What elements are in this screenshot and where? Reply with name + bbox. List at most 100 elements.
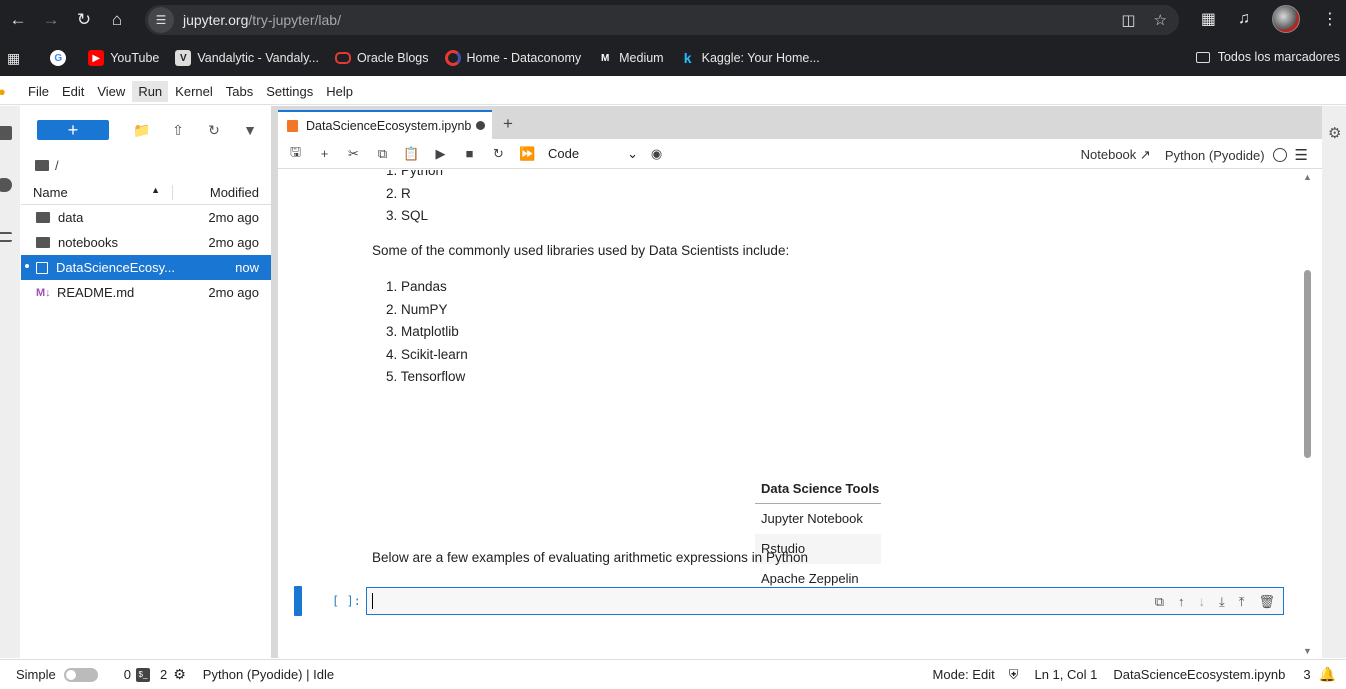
all-bookmarks[interactable]: Todos los marcadores <box>1195 50 1340 64</box>
scroll-up-icon[interactable]: ▲ <box>1303 172 1312 182</box>
scroll-down-icon[interactable]: ▼ <box>1303 646 1312 656</box>
shield-check-icon[interactable]: ⛨ <box>1009 667 1019 683</box>
media-control-icon[interactable]: ♫ <box>1238 10 1250 28</box>
cursor-position[interactable]: Ln 1, Col 1 <box>1034 667 1097 682</box>
install-app-icon[interactable]: ◫ <box>1121 11 1135 29</box>
filter-icon[interactable]: ▼ <box>232 122 268 138</box>
scrollbar-thumb[interactable] <box>1304 270 1311 458</box>
run-icon[interactable]: ▶ <box>426 146 455 162</box>
file-row[interactable]: M↓ README.md 2mo ago <box>21 280 271 305</box>
extensions-icon[interactable]: ▦ <box>1201 9 1216 29</box>
new-folder-icon[interactable]: 📁 <box>124 122 160 139</box>
simple-mode-toggle[interactable] <box>63 667 98 682</box>
upload-icon[interactable]: ⇧ <box>160 122 196 139</box>
breadcrumb[interactable]: / <box>21 154 271 176</box>
bookmark-star-icon[interactable]: ☆ <box>1154 11 1167 29</box>
bookmark-medium[interactable]: M Medium <box>597 50 664 66</box>
panel-splitter[interactable] <box>271 106 278 658</box>
run-all-icon[interactable]: ⏩ <box>513 146 542 162</box>
menu-edit[interactable]: Edit <box>56 81 90 102</box>
file-row[interactable]: notebooks 2mo ago <box>21 230 271 255</box>
folder-home-icon[interactable] <box>35 159 49 171</box>
new-tab-button[interactable]: + <box>495 111 521 137</box>
open-notebook-button[interactable]: Notebook ↗ <box>1081 147 1151 163</box>
folder-icon <box>36 237 50 248</box>
vertical-scrollbar[interactable]: ▲ ▼ <box>1302 170 1314 658</box>
notification-count[interactable]: 3 <box>1303 667 1310 682</box>
menu-file[interactable]: File <box>22 81 55 102</box>
profile-avatar[interactable] <box>1272 5 1300 33</box>
forward-icon[interactable]: → <box>36 5 66 35</box>
notebook-toolbar: 🖫 + ✂ ⧉ 📋 ▶ ■ ↻ ⏩ Code ⌄ ◉ Notebook ↗ Pyt… <box>278 139 1322 169</box>
insert-above-icon[interactable]: ⤓ <box>1219 594 1225 610</box>
file-browser-tab-icon[interactable] <box>0 126 12 140</box>
menu-kernel[interactable]: Kernel <box>169 81 219 102</box>
unsaved-dot-icon[interactable] <box>476 121 486 130</box>
notebook-icon <box>36 261 48 274</box>
property-inspector-icon[interactable]: ⚙ <box>1328 124 1341 142</box>
kernels-count[interactable]: 2 <box>160 667 167 682</box>
reload-icon[interactable]: ↻ <box>69 5 99 35</box>
code-cell[interactable]: [ ]: ⧉ ↑ ↓ ⤓ ⤒ 🗑 <box>294 586 1294 616</box>
copy-icon[interactable]: ⧉ <box>368 146 397 162</box>
running-indicator-icon <box>25 264 29 268</box>
insert-cell-icon[interactable]: + <box>310 146 339 161</box>
sort-ascending-icon: ▲ <box>151 185 160 195</box>
modified-column-header[interactable]: Modified <box>173 185 271 200</box>
back-icon[interactable]: ← <box>3 5 33 35</box>
medium-icon: M <box>600 52 610 64</box>
stop-icon[interactable]: ■ <box>455 146 484 161</box>
notebook-content[interactable]: 1. Python 2. R 3. SQL Some of the common… <box>278 170 1314 658</box>
toc-tab-icon[interactable] <box>0 232 12 242</box>
name-column-header[interactable]: Name ▲ <box>21 185 173 200</box>
insert-below-icon[interactable]: ⤒ <box>1239 594 1245 610</box>
new-launcher-button[interactable]: + <box>37 120 109 140</box>
refresh-icon[interactable]: ↻ <box>196 122 232 139</box>
cut-icon[interactable]: ✂ <box>339 146 368 162</box>
bell-icon[interactable]: 🔔 <box>1319 666 1336 683</box>
bookmark-vandalytic[interactable]: V Vandalytic - Vandaly... <box>175 50 319 66</box>
youtube-icon: ▶ <box>88 50 105 66</box>
menu-help[interactable]: Help <box>320 81 359 102</box>
cell-collapser[interactable] <box>294 586 302 616</box>
bookmarks-bar: ▦ G ▶ YouTube V Vandalytic - Vandaly... Or… <box>0 40 1346 76</box>
save-icon[interactable]: 🖫 <box>281 143 310 165</box>
menu-view[interactable]: View <box>91 81 131 102</box>
cell-type-select[interactable]: Code ⌄ <box>548 146 638 162</box>
file-row[interactable]: data 2mo ago <box>21 205 271 230</box>
input-prompt: [ ]: <box>332 594 361 608</box>
right-sidebar-tabs: ⚙ <box>1322 106 1346 658</box>
delete-cell-icon[interactable]: 🗑 <box>1258 594 1275 610</box>
apps-grid-icon[interactable]: ▦ <box>7 50 20 67</box>
move-up-icon[interactable]: ↑ <box>1178 594 1185 610</box>
menu-run[interactable]: Run <box>132 80 169 102</box>
bookmark-kaggle[interactable]: k Kaggle: Your Home... <box>680 50 820 66</box>
duplicate-cell-icon[interactable]: ⧉ <box>1155 594 1164 610</box>
bookmark-youtube[interactable]: ▶ YouTube <box>88 50 159 66</box>
notebook-menu-icon[interactable]: ☰ <box>1295 146 1308 164</box>
file-row-selected[interactable]: DataScienceEcosy... now <box>21 255 271 280</box>
restart-icon[interactable]: ↻ <box>484 146 513 162</box>
kernel-status-text[interactable]: Python (Pyodide) | Idle <box>203 667 334 682</box>
home-icon[interactable]: ⌂ <box>102 5 132 35</box>
menu-settings[interactable]: Settings <box>260 81 319 102</box>
running-tab-icon[interactable] <box>0 178 12 192</box>
menu-tabs[interactable]: Tabs <box>220 81 259 102</box>
debugger-location-icon[interactable]: ◉ <box>642 146 671 162</box>
paste-icon[interactable]: 📋 <box>397 146 426 162</box>
kernel-name-button[interactable]: Python (Pyodide) <box>1165 148 1265 163</box>
file-list-header: Name ▲ Modified <box>21 181 271 205</box>
address-bar[interactable]: ☰ jupyter.org/try-jupyter/lab/ ◫ ☆ <box>145 5 1179 35</box>
bookmark-google[interactable]: G <box>50 50 72 66</box>
code-editor[interactable]: ⧉ ↑ ↓ ⤓ ⤒ 🗑 <box>366 587 1284 615</box>
simple-mode-label: Simple <box>16 667 56 682</box>
url-text[interactable]: jupyter.org/try-jupyter/lab/ <box>183 12 341 28</box>
browser-menu-icon[interactable]: ⋮ <box>1322 9 1338 29</box>
site-info-icon[interactable]: ☰ <box>148 7 174 33</box>
move-down-icon[interactable]: ↓ <box>1198 594 1205 610</box>
bookmark-oracle[interactable]: Oracle Blogs <box>334 51 429 65</box>
terminals-count[interactable]: 0 <box>124 667 131 682</box>
kernel-chip-icon: ⚙ <box>173 666 186 682</box>
bookmark-dataconomy[interactable]: Home - Dataconomy <box>444 50 581 66</box>
tab-notebook[interactable]: DataScienceEcosystem.ipynb <box>278 110 492 139</box>
